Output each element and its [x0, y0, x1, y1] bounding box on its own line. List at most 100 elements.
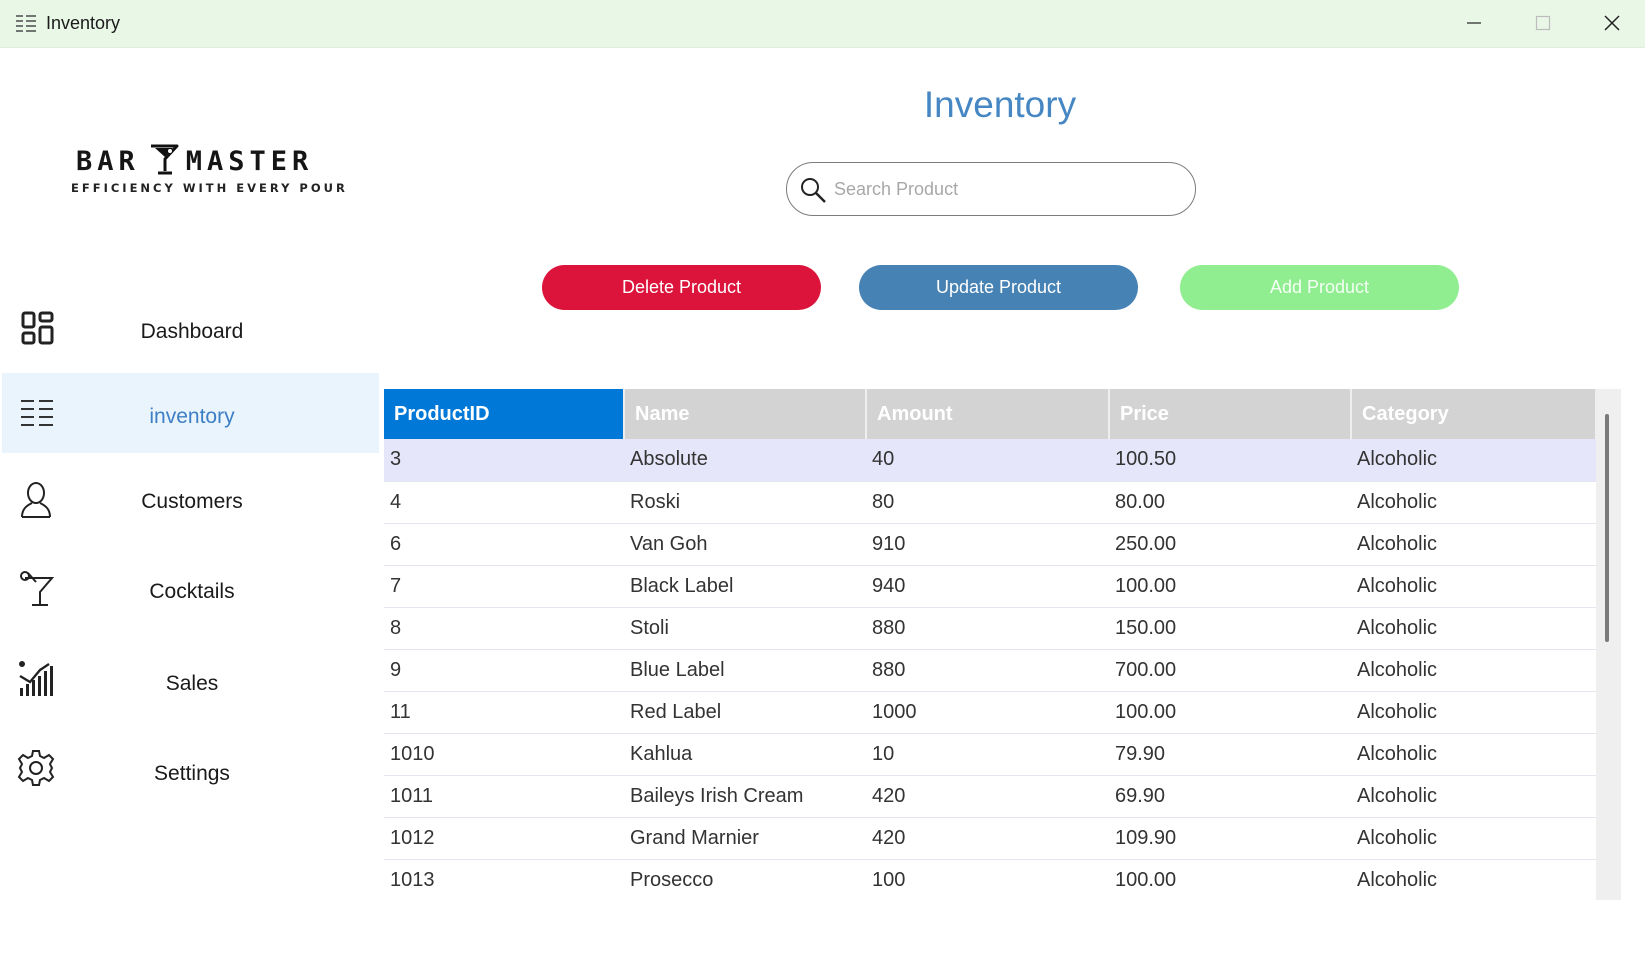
sidebar-item-customers[interactable]: Customers: [2, 460, 379, 540]
sidebar-item-label: inventory: [149, 405, 235, 428]
table-row[interactable]: 3 Absolute 40 100.50 Alcoholic: [384, 439, 1596, 482]
list-icon: [16, 15, 36, 32]
table-cell: 4: [384, 481, 624, 524]
user-icon: [21, 482, 51, 518]
table-cell: Alcoholic: [1351, 565, 1596, 608]
bar-master-logo: BAR MASTER EFFICIENCY WITH EVERY POUR: [68, 140, 345, 200]
table-cell: Alcoholic: [1351, 481, 1596, 524]
table-cell: 40: [866, 439, 1109, 482]
update-product-button[interactable]: Update Product: [859, 265, 1138, 310]
product-table: ProductID Name Amount Price Category 3 Ab…: [384, 389, 1597, 900]
add-product-button[interactable]: Add Product: [1180, 265, 1459, 310]
table-cell: 420: [866, 775, 1109, 818]
table-cell: 9: [384, 649, 624, 692]
table-cell: 1010: [384, 733, 624, 776]
sidebar-item-label: Dashboard: [140, 320, 244, 343]
close-icon: [1604, 15, 1620, 31]
table-cell: 880: [866, 649, 1109, 692]
table-row[interactable]: 6 Van Goh 910 250.00 Alcoholic: [384, 523, 1596, 566]
cocktail-glass-icon: [151, 144, 179, 175]
table-cell: 79.90: [1109, 733, 1351, 776]
table-cell: 100: [866, 859, 1109, 900]
column-header-price[interactable]: Price: [1109, 389, 1352, 439]
page-title: Inventory: [923, 84, 1077, 125]
table-cell: 1000: [866, 691, 1109, 734]
chart-bars-icon: [19, 661, 53, 696]
table-cell: 100.00: [1109, 565, 1351, 608]
sidebar-item-cocktails[interactable]: Cocktails: [2, 548, 379, 628]
table-cell: 7: [384, 565, 624, 608]
table-cell: Roski: [624, 481, 866, 524]
table-row[interactable]: 11 Red Label 1000 100.00 Alcoholic: [384, 691, 1596, 734]
table-cell: Alcoholic: [1351, 607, 1596, 650]
sidebar-item-label: Sales: [165, 672, 219, 695]
product-table-container: ProductID Name Amount Price Category 3 Ab…: [384, 389, 1621, 900]
app-window: Inventory BAR MASTER EFFICIENCY WITH EVER…: [0, 0, 1645, 970]
table-cell: Grand Marnier: [624, 817, 866, 860]
maximize-button[interactable]: [1509, 0, 1577, 46]
close-button[interactable]: [1578, 0, 1645, 46]
table-cell: Alcoholic: [1351, 775, 1596, 818]
table-row[interactable]: 1013 Prosecco 100 100.00 Alcoholic: [384, 859, 1596, 900]
table-cell: Alcoholic: [1351, 859, 1596, 900]
table-cell: Stoli: [624, 607, 866, 650]
search-box[interactable]: [786, 162, 1196, 216]
minimize-icon: [1467, 22, 1481, 24]
table-cell: 700.00: [1109, 649, 1351, 692]
table-cell: 109.90: [1109, 817, 1351, 860]
title-bar: Inventory: [0, 0, 1645, 48]
table-row[interactable]: 1010 Kahlua 10 79.90 Alcoholic: [384, 733, 1596, 776]
table-row[interactable]: 4 Roski 80 80.00 Alcoholic: [384, 481, 1596, 524]
logo-tagline: EFFICIENCY WITH EVERY POUR: [71, 181, 348, 195]
table-cell: 69.90: [1109, 775, 1351, 818]
table-cell: 1012: [384, 817, 624, 860]
column-header-amount[interactable]: Amount: [866, 389, 1110, 439]
sidebar-item-dashboard[interactable]: Dashboard: [2, 290, 379, 370]
sidebar-item-inventory[interactable]: inventory: [2, 373, 379, 453]
sidebar-item-sales[interactable]: Sales: [2, 640, 379, 720]
table-cell: 910: [866, 523, 1109, 566]
scrollbar-thumb[interactable]: [1605, 414, 1609, 642]
table-cell: Alcoholic: [1351, 733, 1596, 776]
list-icon: [21, 400, 53, 426]
table-cell: 100.00: [1109, 859, 1351, 900]
table-header-row: ProductID Name Amount Price Category: [384, 389, 1597, 439]
delete-product-button[interactable]: Delete Product: [542, 265, 821, 310]
table-cell: Blue Label: [624, 649, 866, 692]
maximize-icon: [1535, 15, 1551, 31]
table-row[interactable]: 7 Black Label 940 100.00 Alcoholic: [384, 565, 1596, 608]
table-row[interactable]: 8 Stoli 880 150.00 Alcoholic: [384, 607, 1596, 650]
table-cell: 6: [384, 523, 624, 566]
table-cell: Black Label: [624, 565, 866, 608]
column-header-category[interactable]: Category: [1351, 389, 1597, 439]
dashboard-grid-icon: [21, 311, 54, 345]
table-cell: Kahlua: [624, 733, 866, 776]
table-cell: Prosecco: [624, 859, 866, 900]
column-header-productid[interactable]: ProductID: [384, 389, 625, 439]
table-cell: Alcoholic: [1351, 691, 1596, 734]
table-cell: Alcoholic: [1351, 649, 1596, 692]
table-cell: Absolute: [624, 439, 866, 482]
cocktail-icon: [20, 571, 55, 606]
search-input[interactable]: [834, 173, 1174, 205]
table-cell: 940: [866, 565, 1109, 608]
sidebar-item-settings[interactable]: Settings: [2, 730, 379, 810]
column-header-name[interactable]: Name: [624, 389, 867, 439]
table-cell: Red Label: [624, 691, 866, 734]
table-row[interactable]: 1011 Baileys Irish Cream 420 69.90 Alcoholic: [384, 775, 1596, 818]
window-title: Inventory: [46, 13, 121, 33]
table-cell: 11: [384, 691, 624, 734]
table-cell: Van Goh: [624, 523, 866, 566]
table-cell: 100.00: [1109, 691, 1351, 734]
table-cell: 100.50: [1109, 439, 1351, 482]
table-cell: 8: [384, 607, 624, 650]
table-row[interactable]: 1012 Grand Marnier 420 109.90 Alcoholic: [384, 817, 1596, 860]
table-cell: 1011: [384, 775, 624, 818]
logo-brand-left: BAR: [76, 146, 140, 177]
minimize-button[interactable]: [1440, 0, 1508, 46]
table-cell: 10: [866, 733, 1109, 776]
table-row[interactable]: 9 Blue Label 880 700.00 Alcoholic: [384, 649, 1596, 692]
table-cell: 150.00: [1109, 607, 1351, 650]
sidebar-item-label: Cocktails: [149, 580, 235, 603]
table-cell: 80.00: [1109, 481, 1351, 524]
